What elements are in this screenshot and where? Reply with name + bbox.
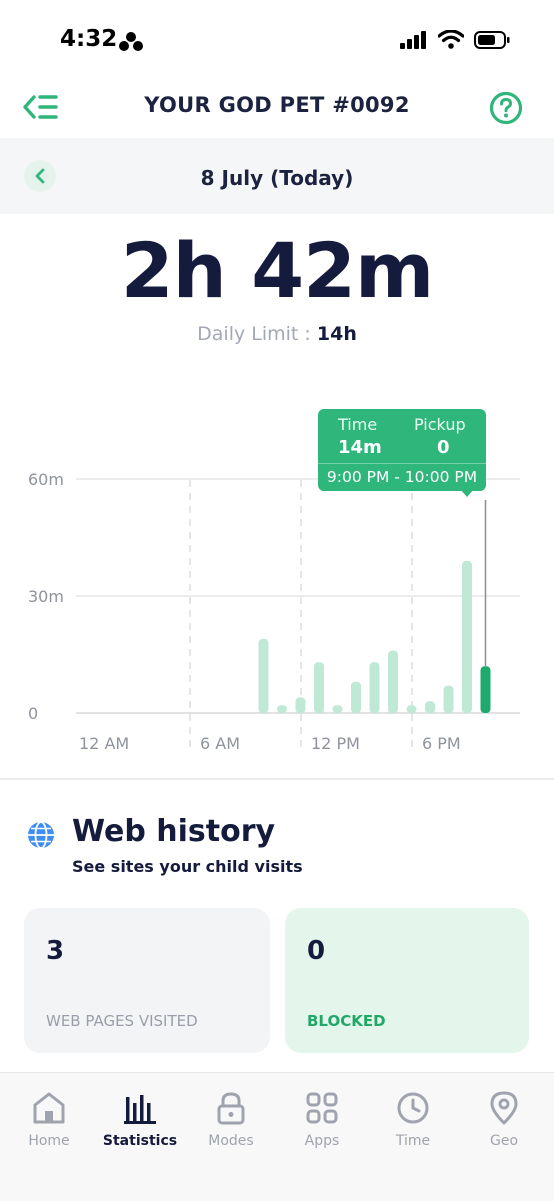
battery-icon — [474, 30, 510, 49]
clock-icon — [397, 1092, 429, 1124]
nav-home[interactable]: Home — [9, 1091, 89, 1149]
lock-icon — [217, 1092, 245, 1125]
daily-limit: Daily Limit : 14h — [0, 323, 554, 345]
daily-limit-value: 14h — [316, 323, 357, 345]
apps-grid-icon — [306, 1092, 338, 1124]
visited-label: WEB PAGES VISITED — [46, 1012, 198, 1030]
nav-apps-label: Apps — [304, 1133, 340, 1149]
x-tick-label: 12 AM — [79, 734, 129, 753]
usage-bar — [314, 662, 324, 713]
usage-bar — [388, 650, 398, 713]
usage-bar — [406, 705, 417, 713]
usage-bar — [258, 638, 269, 713]
home-icon — [33, 1092, 65, 1124]
page-title: YOUR GOD PET #0092 — [144, 93, 410, 117]
x-tick-label: 6 PM — [422, 734, 461, 753]
wifi-icon — [438, 30, 464, 49]
daily-limit-label: Daily Limit : — [197, 323, 311, 345]
nav-time[interactable]: Time — [373, 1091, 453, 1149]
blocked-count: 0 — [307, 936, 326, 966]
activity-icon — [118, 31, 144, 57]
tooltip-arrow — [460, 489, 474, 497]
y-tick-label: 30m — [28, 587, 64, 606]
tooltip-pickup-label: Pickup — [414, 415, 466, 434]
nav-geo[interactable]: Geo — [464, 1091, 544, 1149]
nav-statistics-label: Statistics — [102, 1133, 178, 1149]
globe-icon — [26, 820, 56, 854]
total-screen-time: 2h 42m — [120, 226, 434, 315]
nav-modes-label: Modes — [208, 1133, 254, 1149]
section-divider — [0, 778, 554, 780]
usage-bar — [277, 705, 287, 713]
x-tick-label: 12 PM — [311, 734, 360, 753]
chart-tooltip: Time 14m Pickup 0 9:00 PM - 10:00 PM — [318, 409, 486, 491]
nav-statistics[interactable]: Statistics — [100, 1091, 180, 1149]
web-history-title: Web history — [72, 814, 276, 849]
nav-home-label: Home — [28, 1133, 70, 1149]
usage-bar — [332, 705, 343, 713]
hourly-usage-chart[interactable]: 0 30m 60m 12 AM 6 AM 12 PM 6 PM — [0, 460, 554, 760]
usage-bar — [295, 697, 306, 713]
blocked-card[interactable]: 0 BLOCKED — [285, 908, 529, 1053]
visited-count: 3 — [46, 936, 65, 966]
nav-geo-label: Geo — [489, 1133, 519, 1149]
x-tick-label: 6 AM — [200, 734, 240, 753]
y-tick-label: 0 — [28, 704, 38, 723]
usage-bar — [425, 701, 435, 713]
web-history-subtitle: See sites your child visits — [72, 857, 303, 876]
usage-bar — [443, 685, 454, 713]
nav-apps[interactable]: Apps — [282, 1091, 362, 1149]
blocked-label: BLOCKED — [307, 1012, 386, 1030]
cellular-signal-icon — [400, 30, 426, 49]
tooltip-time-label: Time — [338, 415, 378, 434]
help-icon — [489, 91, 523, 125]
current-date: 8 July (Today) — [200, 166, 354, 190]
nav-modes[interactable]: Modes — [191, 1091, 271, 1149]
nav-time-label: Time — [395, 1133, 431, 1149]
selected-bar — [480, 666, 491, 713]
bar-chart-icon — [124, 1095, 156, 1124]
usage-bar — [369, 662, 380, 713]
location-pin-icon — [490, 1091, 518, 1125]
help-button[interactable] — [489, 91, 523, 129]
web-pages-visited-card[interactable]: 3 WEB PAGES VISITED — [24, 908, 270, 1053]
bottom-navigation: Home Statistics Modes Apps Time Geo — [0, 1072, 554, 1201]
y-tick-label: 60m — [28, 470, 64, 489]
status-icons — [400, 30, 510, 49]
usage-bar — [462, 560, 472, 713]
status-time: 4:32 — [60, 26, 118, 52]
tooltip-time-range: 9:00 PM - 10:00 PM — [318, 463, 486, 486]
usage-bar — [351, 681, 361, 713]
tooltip-pickup-value: 0 — [437, 437, 450, 458]
tooltip-time-value: 14m — [338, 437, 382, 458]
